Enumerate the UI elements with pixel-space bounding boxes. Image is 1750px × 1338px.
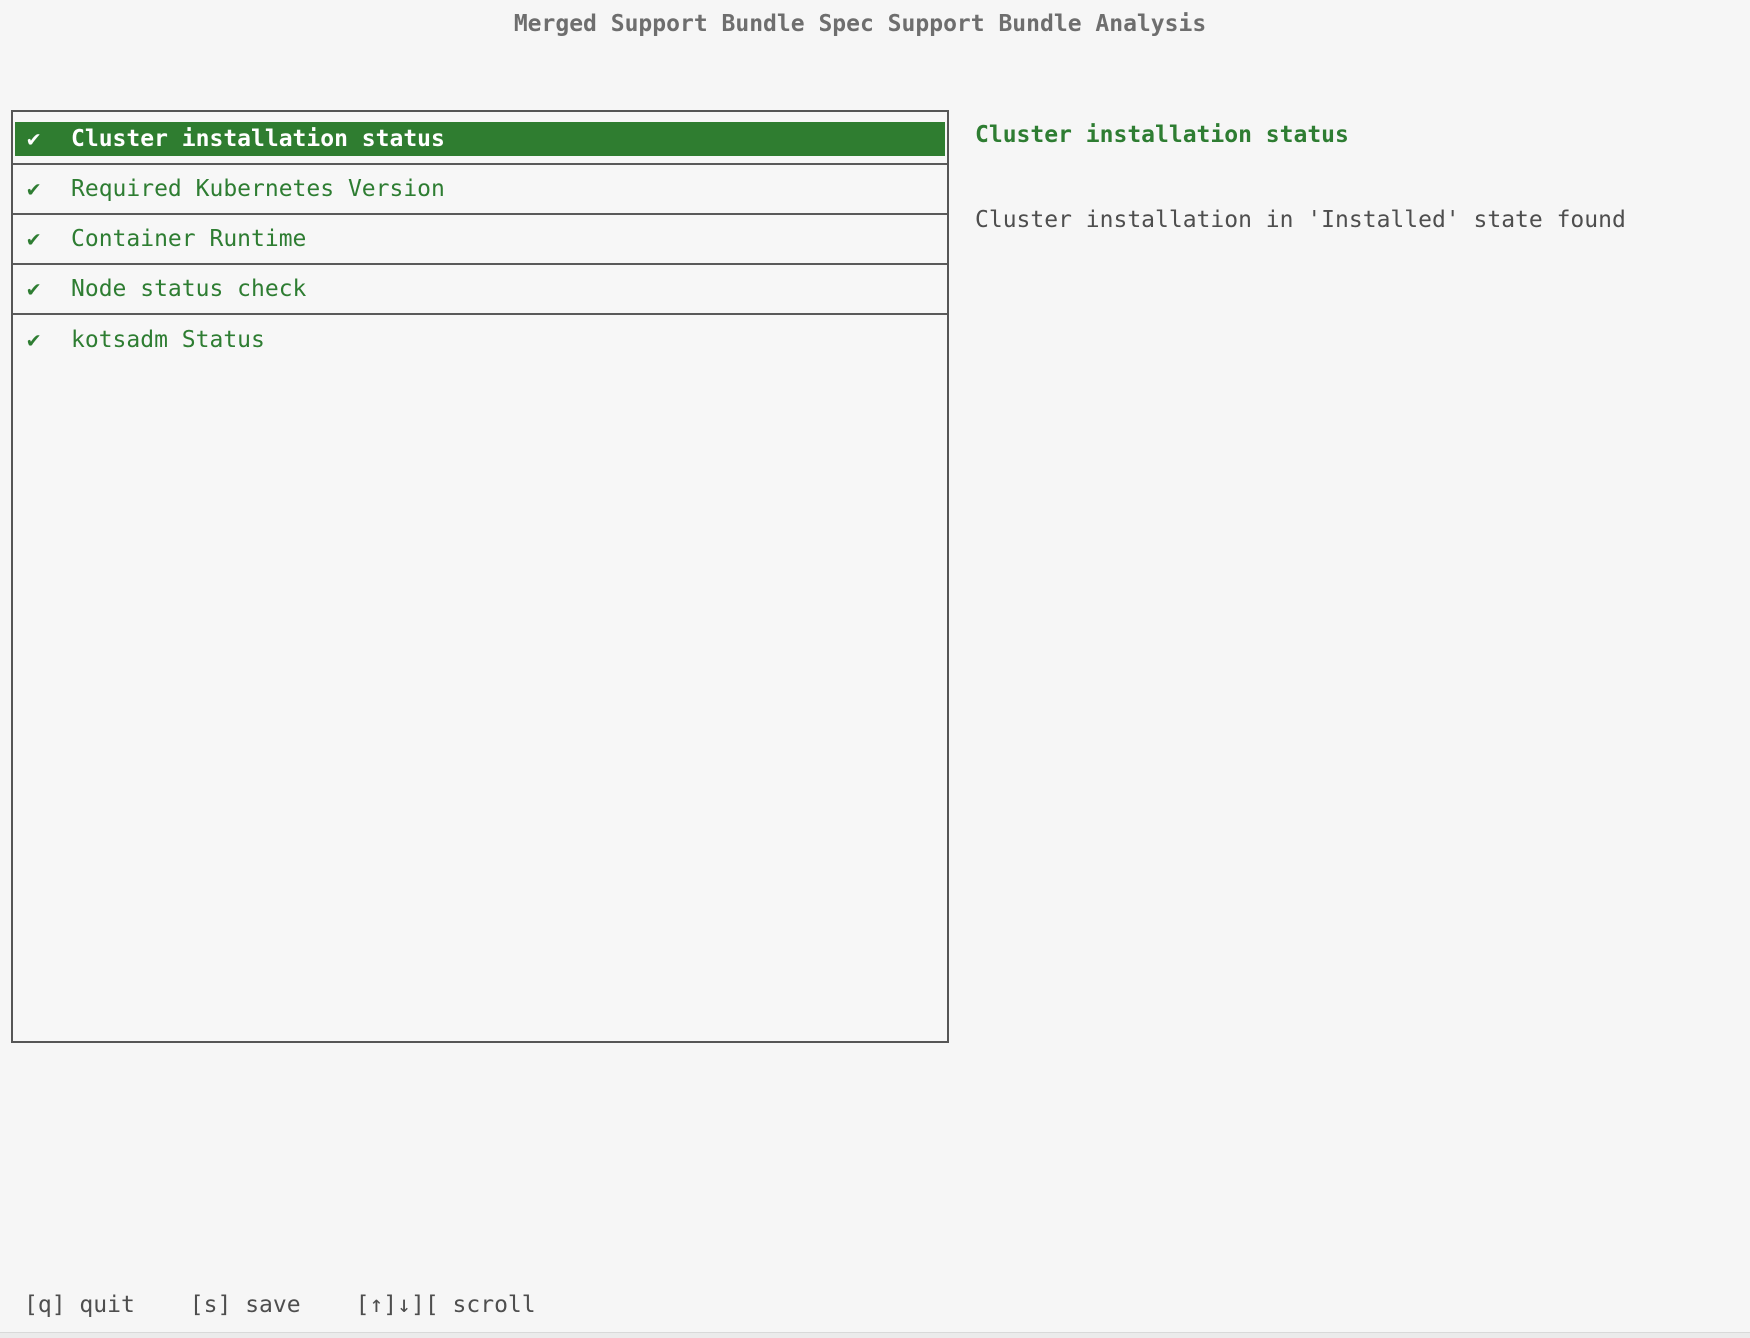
footer-hint-action: quit <box>79 1292 134 1318</box>
detail-message: Cluster installation in 'Installed' stat… <box>975 207 1626 233</box>
analyzer-row-inner: ✔ Required Kubernetes Version <box>15 172 945 206</box>
analyzer-row-cluster-installation-status[interactable]: ✔ Cluster installation status <box>13 115 947 165</box>
window-bottom-edge <box>0 1332 1750 1338</box>
check-icon: ✔ <box>27 227 43 252</box>
analyzer-row-inner: ✔ Container Runtime <box>15 222 945 256</box>
footer-hint-action: scroll <box>453 1292 536 1318</box>
check-icon: ✔ <box>27 127 43 152</box>
analyzer-row-inner: ✔ kotsadm Status <box>15 323 945 357</box>
analyzer-row-kotsadm-status[interactable]: ✔ kotsadm Status <box>13 315 947 365</box>
footer-hint-quit: [q] quit <box>24 1292 135 1318</box>
footer-hint-key: [s] <box>190 1292 232 1318</box>
analyzer-label: Cluster installation status <box>71 126 445 152</box>
analyzer-label: kotsadm Status <box>71 327 265 353</box>
analyzer-label: Node status check <box>71 276 306 302</box>
window-title: Merged Support Bundle Spec Support Bundl… <box>0 11 1720 37</box>
analyzer-row-required-kubernetes-version[interactable]: ✔ Required Kubernetes Version <box>13 165 947 215</box>
footer-hints: [q] quit [s] save [↑]↓][ scroll <box>24 1292 536 1318</box>
analyzer-list: ✔ Cluster installation status ✔ Required Ku… <box>11 110 949 1043</box>
analyzer-row-container-runtime[interactable]: ✔ Container Runtime <box>13 215 947 265</box>
footer-hint-key: [q] <box>24 1292 66 1318</box>
analyzer-label: Container Runtime <box>71 226 306 252</box>
analyzer-row-inner: ✔ Node status check <box>15 272 945 306</box>
check-icon: ✔ <box>27 177 43 202</box>
footer-hint-save: [s] save <box>190 1292 301 1318</box>
detail-title: Cluster installation status <box>975 122 1349 148</box>
footer-hint-scroll: [↑]↓][ scroll <box>356 1292 536 1318</box>
footer-hint-action: save <box>245 1292 300 1318</box>
check-icon: ✔ <box>27 277 43 302</box>
analyzer-row-node-status-check[interactable]: ✔ Node status check <box>13 265 947 315</box>
analyzer-row-inner: ✔ Cluster installation status <box>15 122 945 156</box>
footer-hint-key: [↑]↓][ <box>356 1292 439 1318</box>
analyzer-label: Required Kubernetes Version <box>71 176 445 202</box>
check-icon: ✔ <box>27 328 43 353</box>
